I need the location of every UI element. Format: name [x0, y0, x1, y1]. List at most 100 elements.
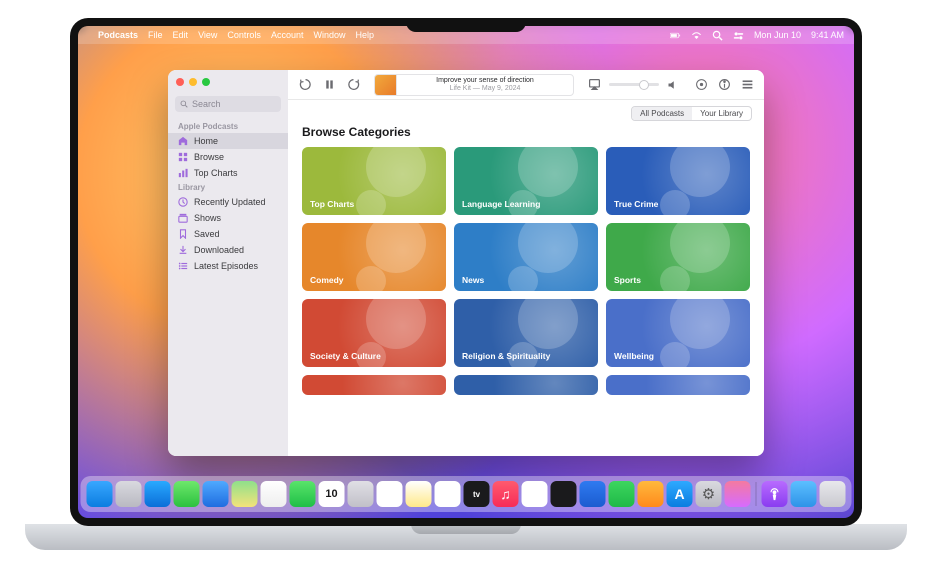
now-playing[interactable]: Improve your sense of direction Life Kit… — [374, 74, 574, 96]
segment-all-podcasts[interactable]: All Podcasts — [632, 107, 692, 120]
airplay-icon[interactable] — [588, 78, 601, 91]
toolbar: Improve your sense of direction Life Kit… — [288, 70, 764, 100]
dock-facetime[interactable] — [290, 481, 316, 507]
sidebar-item-home[interactable]: Home — [168, 133, 288, 149]
chapters-icon[interactable] — [695, 78, 708, 91]
dock-podcasts[interactable] — [762, 481, 788, 507]
dock-numbers[interactable] — [609, 481, 635, 507]
close-button[interactable] — [176, 78, 184, 86]
now-playing-title: Improve your sense of direction — [436, 77, 534, 85]
dock-music[interactable]: ♫ — [493, 481, 519, 507]
dock-downloads[interactable] — [791, 481, 817, 507]
chart-icon — [178, 168, 188, 178]
category-card[interactable]: True Crime — [606, 147, 750, 215]
category-card-partial[interactable] — [302, 375, 446, 395]
category-card[interactable]: Sports — [606, 223, 750, 291]
minimize-button[interactable] — [189, 78, 197, 86]
list-icon — [178, 261, 188, 271]
category-card[interactable]: Language Learning — [454, 147, 598, 215]
menu-edit[interactable]: Edit — [173, 30, 189, 40]
search-placeholder: Search — [192, 99, 221, 109]
laptop-bezel: Podcasts File Edit View Controls Account… — [70, 18, 862, 526]
dock-notes[interactable] — [406, 481, 432, 507]
dock-appstore[interactable]: A — [667, 481, 693, 507]
category-card[interactable]: Top Charts — [302, 147, 446, 215]
dock-photos[interactable] — [261, 481, 287, 507]
content-scroll[interactable]: Browse Categories Top ChartsLanguage Lea… — [288, 121, 764, 456]
sidebar-item-recently-updated[interactable]: Recently Updated — [168, 194, 288, 210]
category-card[interactable]: News — [454, 223, 598, 291]
menu-account[interactable]: Account — [271, 30, 304, 40]
sidebar-item-label: Downloaded — [194, 245, 244, 255]
section-apple-podcasts: Apple Podcasts — [168, 120, 288, 133]
sidebar-item-label: Saved — [194, 229, 220, 239]
dock-messages[interactable] — [174, 481, 200, 507]
sidebar-item-label: Recently Updated — [194, 197, 266, 207]
dock-launchpad[interactable] — [116, 481, 142, 507]
home-icon — [178, 136, 188, 146]
menubar-time[interactable]: 9:41 AM — [811, 30, 844, 40]
sidebar-item-top-charts[interactable]: Top Charts — [168, 165, 288, 181]
dock-tv[interactable]: tv — [464, 481, 490, 507]
dock-settings[interactable]: ⚙ — [696, 481, 722, 507]
queue-icon[interactable] — [741, 78, 754, 91]
category-label: News — [462, 275, 484, 285]
category-card[interactable]: Comedy — [302, 223, 446, 291]
dock-mail[interactable] — [203, 481, 229, 507]
category-label: Religion & Spirituality — [462, 351, 550, 361]
wifi-icon[interactable] — [691, 30, 702, 41]
category-card[interactable]: Religion & Spirituality — [454, 299, 598, 367]
category-label: Top Charts — [310, 199, 354, 209]
section-library: Library — [168, 181, 288, 194]
dock-keynote[interactable] — [580, 481, 606, 507]
dock-separator — [756, 482, 757, 506]
menu-file[interactable]: File — [148, 30, 163, 40]
search-status-icon[interactable] — [712, 30, 723, 41]
dock-stocks[interactable] — [551, 481, 577, 507]
sidebar-item-label: Browse — [194, 152, 224, 162]
category-card-partial[interactable] — [454, 375, 598, 395]
category-card[interactable]: Wellbeing — [606, 299, 750, 367]
skip-back-button[interactable] — [298, 78, 312, 92]
menu-controls[interactable]: Controls — [227, 30, 261, 40]
volume-slider[interactable] — [609, 83, 659, 86]
skip-forward-button[interactable] — [346, 78, 360, 92]
dock-finder[interactable] — [87, 481, 113, 507]
menubar-appname[interactable]: Podcasts — [98, 30, 138, 40]
battery-icon[interactable] — [670, 30, 681, 41]
control-center-icon[interactable] — [733, 30, 744, 41]
sidebar-item-latest-episodes[interactable]: Latest Episodes — [168, 258, 288, 274]
now-playing-subtitle: Life Kit — May 9, 2024 — [450, 85, 521, 93]
dock-iphone-mirror[interactable] — [725, 481, 751, 507]
info-icon[interactable] — [718, 78, 731, 91]
podcasts-window: Search Apple Podcasts Home Browse Top Ch… — [168, 70, 764, 456]
sidebar-item-downloaded[interactable]: Downloaded — [168, 242, 288, 258]
sidebar-item-saved[interactable]: Saved — [168, 226, 288, 242]
speaker-icon[interactable] — [667, 79, 679, 91]
dock-contacts[interactable] — [348, 481, 374, 507]
play-pause-button[interactable] — [322, 78, 336, 92]
dock-maps[interactable] — [232, 481, 258, 507]
search-input[interactable]: Search — [175, 96, 281, 112]
category-card-partial[interactable] — [606, 375, 750, 395]
dock-trash[interactable] — [820, 481, 846, 507]
dock-freeform[interactable] — [435, 481, 461, 507]
menu-help[interactable]: Help — [355, 30, 374, 40]
dock-news[interactable] — [522, 481, 548, 507]
segment-your-library[interactable]: Your Library — [692, 107, 751, 120]
menubar-date[interactable]: Mon Jun 10 — [754, 30, 801, 40]
category-card[interactable]: Society & Culture — [302, 299, 446, 367]
category-label: Sports — [614, 275, 641, 285]
menu-window[interactable]: Window — [313, 30, 345, 40]
dock-safari[interactable] — [145, 481, 171, 507]
menu-view[interactable]: View — [198, 30, 217, 40]
zoom-button[interactable] — [202, 78, 210, 86]
dock-reminders[interactable] — [377, 481, 403, 507]
sidebar-item-shows[interactable]: Shows — [168, 210, 288, 226]
dock-pages[interactable] — [638, 481, 664, 507]
notch — [406, 18, 526, 32]
now-playing-artwork — [375, 75, 397, 95]
sidebar-item-browse[interactable]: Browse — [168, 149, 288, 165]
dock-calendar[interactable]: 10 — [319, 481, 345, 507]
sidebar-item-label: Top Charts — [194, 168, 238, 178]
